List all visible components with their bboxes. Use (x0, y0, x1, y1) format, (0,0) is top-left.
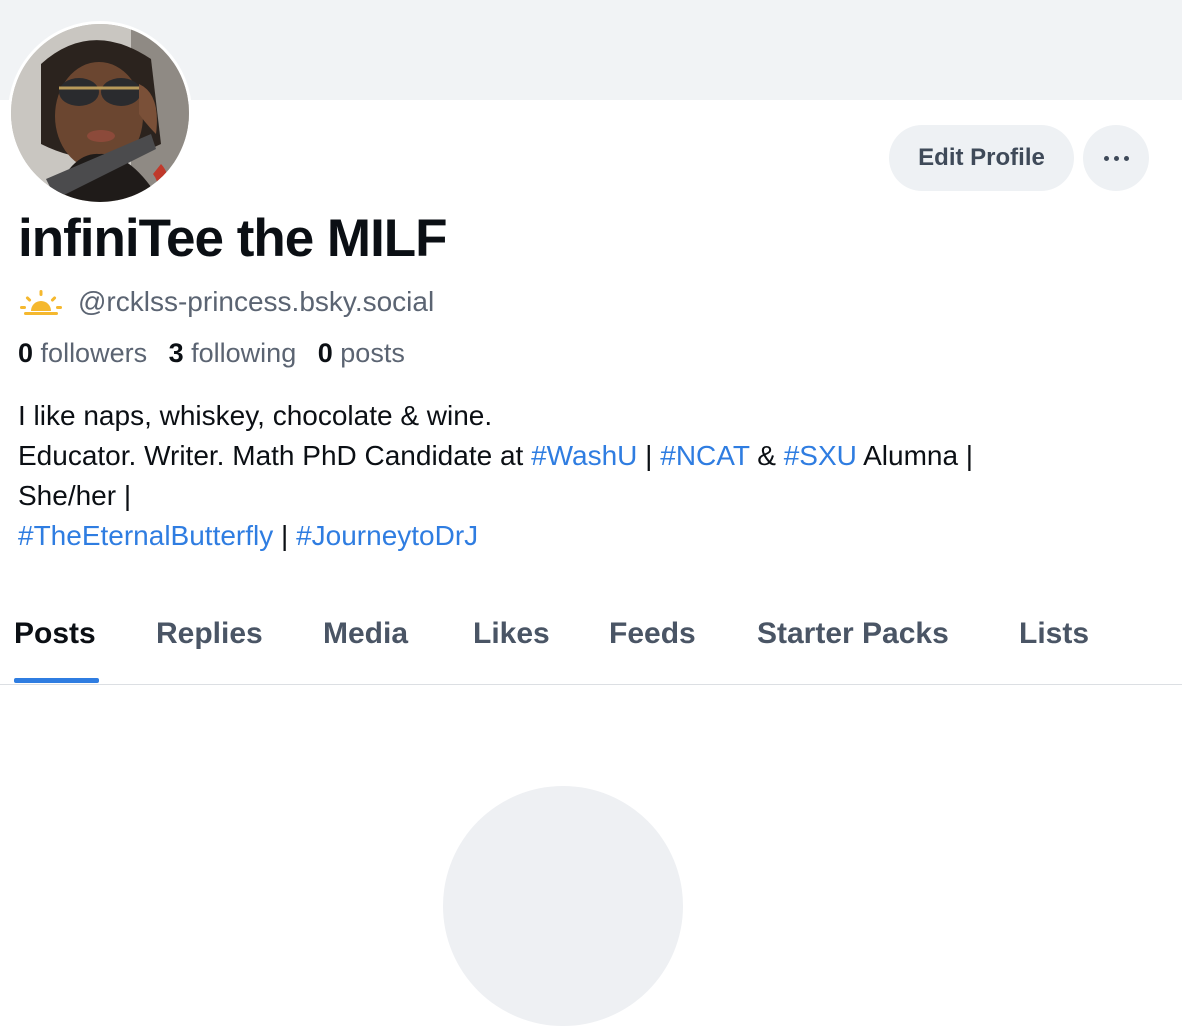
posts-label: posts (340, 338, 405, 368)
tab-label: Starter Packs (757, 617, 949, 650)
hashtag-ncat[interactable]: #NCAT (660, 440, 749, 471)
more-options-button[interactable] (1083, 125, 1149, 191)
followers-label: followers (40, 338, 148, 368)
hashtag-journey-to-drj[interactable]: #JourneytoDrJ (296, 520, 478, 551)
tabs-divider (0, 684, 1182, 685)
handle-row: @rcklss-princess.bsky.social (18, 284, 434, 320)
hashtag-washu[interactable]: #WashU (531, 440, 637, 471)
edit-profile-button[interactable]: Edit Profile (889, 125, 1074, 191)
profile-tabs: Posts Replies Media Likes Feeds Starter … (0, 605, 1182, 685)
tab-posts[interactable]: Posts (14, 605, 96, 685)
tab-feeds[interactable]: Feeds (609, 605, 696, 685)
tab-lists[interactable]: Lists (1019, 605, 1089, 685)
bio-line-2: Educator. Writer. Math PhD Candidate at … (18, 436, 1138, 476)
tab-label: Feeds (609, 617, 696, 650)
avatar-photo (11, 24, 189, 202)
posts-count: 0 (317, 338, 333, 368)
bio-text: Alumna | (856, 440, 974, 471)
bio-line-1: I like naps, whiskey, chocolate & wine. (18, 400, 493, 431)
following-count: 3 (168, 338, 184, 368)
tab-likes[interactable]: Likes (473, 605, 550, 685)
profile-stats: 0 followers 3 following 0 posts (18, 338, 419, 369)
bio-line-3: She/her | (18, 480, 132, 511)
hashtag-sxu[interactable]: #SXU (784, 440, 857, 471)
handle[interactable]: @rcklss-princess.bsky.social (78, 286, 434, 318)
display-name: infiniTee the MILF (18, 209, 448, 268)
tab-label: Media (323, 617, 409, 650)
followers-stat[interactable]: 0 followers (18, 338, 147, 368)
tab-replies[interactable]: Replies (156, 605, 263, 685)
followers-count: 0 (18, 338, 34, 368)
avatar[interactable] (8, 21, 192, 205)
sun-icon (20, 290, 62, 315)
following-label: following (191, 338, 297, 368)
tab-label: Lists (1019, 617, 1090, 650)
bio-line-4: #TheEternalButterfly | #JourneytoDrJ (18, 516, 1138, 556)
tab-label: Likes (473, 617, 550, 650)
tab-starter-packs[interactable]: Starter Packs (757, 605, 949, 685)
tab-media[interactable]: Media (323, 605, 408, 685)
more-dots-icon (1103, 155, 1129, 161)
tab-label: Replies (156, 617, 263, 650)
bio-separator: | (637, 440, 661, 471)
bio-text: & (749, 440, 784, 471)
bio-separator: | (273, 520, 297, 551)
hashtag-the-eternal-butterfly[interactable]: #TheEternalButterfly (18, 520, 273, 551)
profile-bio: I like naps, whiskey, chocolate & wine. … (18, 396, 1138, 556)
bio-text: Educator. Writer. Math PhD Candidate at (18, 440, 532, 471)
following-stat[interactable]: 3 following (169, 338, 297, 368)
active-tab-indicator (14, 678, 99, 683)
empty-state-graphic (443, 786, 683, 1026)
posts-stat: 0 posts (318, 338, 405, 368)
tab-label: Posts (14, 617, 96, 650)
